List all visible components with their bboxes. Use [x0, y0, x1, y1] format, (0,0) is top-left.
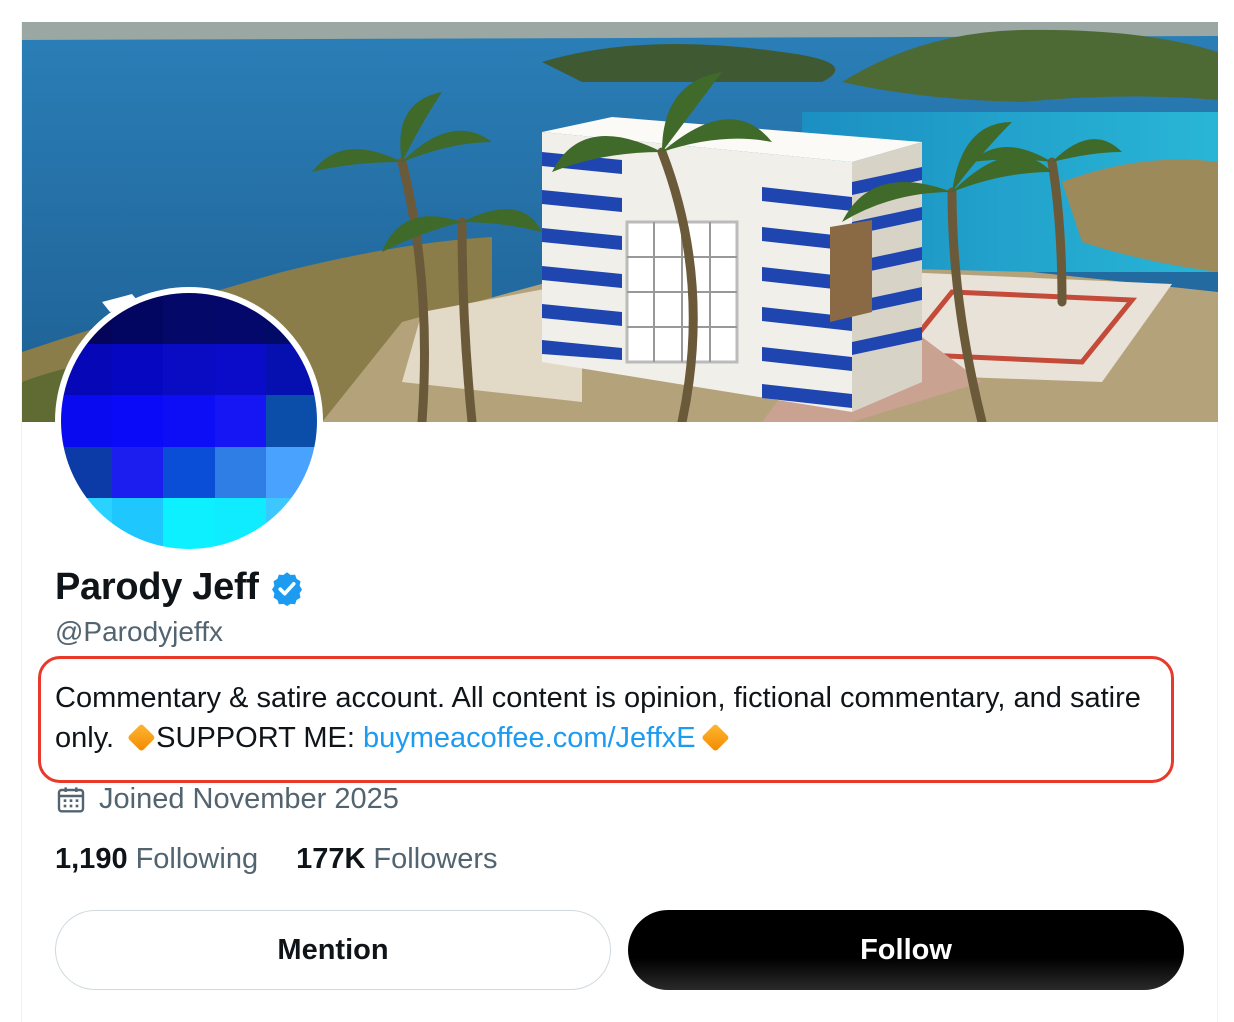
mention-button[interactable]: Mention — [55, 910, 611, 990]
avatar-pixel — [214, 395, 266, 447]
avatar-pixel — [163, 395, 215, 447]
followers-count: 177K — [296, 843, 366, 875]
followers-stat[interactable]: 177K Followers — [296, 843, 497, 876]
avatar-image — [61, 293, 317, 549]
avatar-pixel — [112, 446, 164, 498]
avatar-pixel — [265, 395, 317, 447]
display-name: Parody Jeff — [55, 566, 259, 608]
follow-stats: 1,190 Following 177K Followers — [55, 843, 498, 876]
verified-badge-icon[interactable] — [269, 570, 305, 606]
calendar-icon — [57, 786, 85, 813]
bio-link[interactable]: buymeacoffee.com/JeffxE — [363, 722, 696, 754]
orange-diamond-icon — [127, 723, 156, 753]
avatar-pixel — [214, 446, 266, 498]
name-row: Parody Jeff — [55, 566, 305, 609]
profile-handle: @Parodyjeffx — [55, 616, 223, 647]
page-top-strip — [0, 0, 1234, 8]
joined-date: Joined November 2025 — [99, 783, 399, 815]
following-label: Following — [135, 843, 259, 875]
profile-bio: Commentary & satire account. All content… — [55, 678, 1165, 758]
follow-button[interactable]: Follow — [628, 910, 1184, 990]
joined-date-row: Joined November 2025 — [55, 783, 399, 816]
orange-diamond-icon — [700, 723, 730, 753]
followers-label: Followers — [373, 843, 498, 875]
profile-avatar[interactable] — [55, 287, 323, 555]
bio-support-label: SUPPORT ME: — [156, 722, 355, 754]
avatar-pixel — [163, 446, 215, 498]
avatar-pixel — [112, 344, 164, 396]
avatar-pixel — [163, 497, 215, 549]
avatar-pixel — [112, 395, 164, 447]
avatar-pixel — [163, 344, 215, 396]
avatar-pixel — [214, 344, 266, 396]
avatar-pixel — [163, 293, 215, 345]
following-count: 1,190 — [55, 843, 128, 875]
avatar-pixel — [61, 395, 113, 447]
following-stat[interactable]: 1,190 Following — [55, 843, 258, 876]
